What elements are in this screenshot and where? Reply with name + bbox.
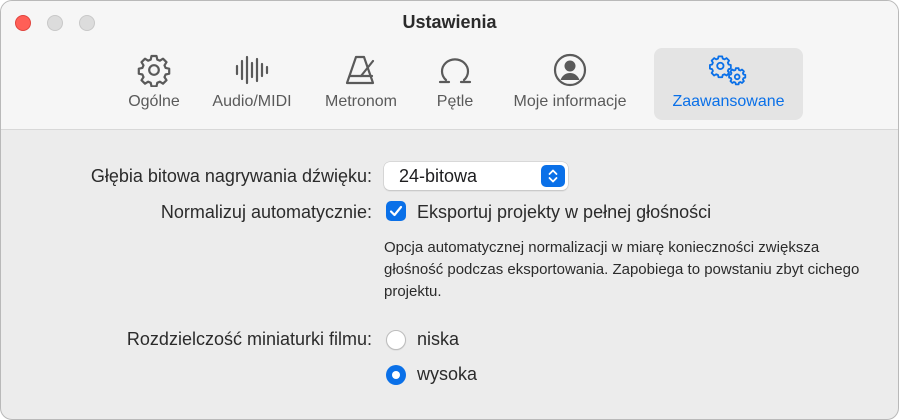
tab-label: Metronom [324,93,398,110]
tab-label: Ogólne [128,93,180,110]
bit-depth-value: 24-bitowa [399,166,478,186]
metronome-icon [341,52,381,88]
normalize-checkbox[interactable] [386,201,406,221]
thumbnail-label: Rozdzielczość miniaturki filmu: [126,329,372,349]
gears-icon [708,52,749,88]
radio-low[interactable] [386,330,406,350]
tab-my-info[interactable]: Moje informacje [501,48,639,120]
checkmark-icon [389,205,403,217]
gear-icon [134,52,174,88]
window-title: Ustawienia [402,12,497,32]
radio-high[interactable] [386,365,406,385]
tab-advanced[interactable]: Zaawansowane [654,48,803,120]
tab-label: Audio/MIDI [212,93,292,110]
loop-icon [435,52,475,88]
tab-metronome[interactable]: Metronom [317,48,405,120]
radio-low-label[interactable]: niska [417,329,459,350]
toolbar: Ustawienia Ogólne Audio/MIDI Metronom Pę… [1,1,898,130]
chevron-updown-icon [541,165,565,187]
normalize-checkbox-label[interactable]: Eksportuj projekty w pełnej głośności [417,202,711,223]
tab-audio-midi[interactable]: Audio/MIDI [204,48,300,120]
tab-label: Pętle [436,93,474,110]
person-circle-icon [550,52,590,88]
tab-loops[interactable]: Pętle [425,48,485,120]
radio-high-label[interactable]: wysoka [417,364,477,385]
bit-depth-label: Głębia bitowa nagrywania dźwięku: [90,166,372,186]
tab-label: Moje informacje [513,93,627,110]
tab-label: Zaawansowane [672,93,785,110]
normalize-label: Normalizuj automatycznie: [160,202,372,222]
bit-depth-popup[interactable]: 24-bitowa [384,162,568,190]
settings-window: Ustawienia Ogólne Audio/MIDI Metronom Pę… [0,0,899,420]
tab-general[interactable]: Ogólne [121,48,187,120]
waveform-icon [232,52,272,88]
normalize-help-text: Opcja automatycznej normalizacji w miarę… [384,239,860,300]
settings-content: Głębia bitowa nagrywania dźwięku: 24-bit… [1,130,898,419]
